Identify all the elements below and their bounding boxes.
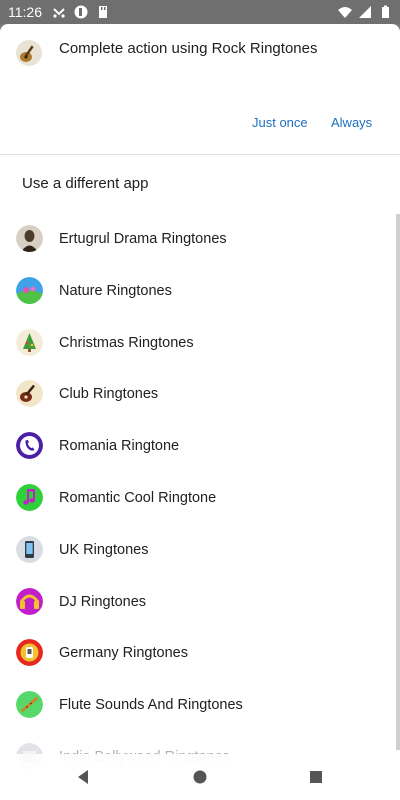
status-bar: 11:26 — [0, 0, 400, 24]
list-item-label: Germany Ringtones — [59, 645, 188, 662]
scrollbar[interactable] — [396, 214, 400, 750]
list-item[interactable]: Club Ringtones — [0, 369, 400, 421]
home-icon[interactable] — [191, 768, 209, 786]
list-item[interactable]: Flute Sounds And Ringtones — [0, 680, 400, 732]
nature-icon — [16, 276, 43, 304]
list-item-label: UK Ringtones — [59, 541, 149, 558]
wifi-icon — [338, 7, 352, 18]
system-icons — [338, 5, 392, 19]
list-item[interactable]: DJ Ringtones — [0, 577, 400, 629]
list-item[interactable]: Christmas Ringtones — [0, 318, 400, 370]
list-item-label: Christmas Ringtones — [59, 334, 194, 351]
battery-icon — [382, 5, 389, 18]
guitar-icon — [16, 380, 43, 408]
dj-icon — [16, 587, 43, 615]
always-button[interactable]: Always — [331, 115, 372, 130]
divider — [0, 154, 400, 155]
germany-icon — [16, 639, 43, 667]
ertugrul-icon — [16, 225, 43, 252]
notification-icons — [52, 5, 110, 19]
recent-apps-icon[interactable] — [307, 768, 325, 786]
navigation-bar — [0, 754, 400, 800]
chooser-header: Complete action using Rock Ringtones Jus… — [0, 24, 400, 154]
just-once-button[interactable]: Just once — [252, 115, 308, 130]
list-item-label: Flute Sounds And Ringtones — [59, 697, 243, 714]
list-item-label: Romantic Cool Ringtone — [59, 489, 217, 506]
back-icon[interactable] — [74, 768, 92, 786]
music-note-icon — [16, 483, 43, 511]
list-item[interactable]: UK Ringtones — [0, 525, 400, 577]
mobile-phone-icon — [16, 535, 43, 563]
list-item[interactable]: Romania Ringtone — [0, 421, 400, 473]
chooser-sheet: Complete action using Rock Ringtones Jus… — [0, 24, 400, 800]
christmas-icon — [16, 328, 43, 356]
app-list[interactable]: Ertugrul Drama Ringtones Nature Ringtone… — [0, 214, 400, 784]
chooser-title: Complete action using Rock Ringtones — [59, 40, 318, 57]
list-item[interactable]: Ertugrul Drama Ringtones — [0, 214, 400, 266]
phone-icon — [16, 432, 43, 460]
list-item[interactable]: Romantic Cool Ringtone — [0, 473, 400, 525]
list-item[interactable]: Nature Ringtones — [0, 266, 400, 318]
list-item[interactable]: Germany Ringtones — [0, 628, 400, 680]
missed-call-icon — [53, 8, 65, 18]
app-notification-icon — [74, 5, 88, 19]
list-item-label: Romania Ringtone — [59, 438, 180, 455]
sd-card-icon — [99, 6, 107, 18]
list-item-label: DJ Ringtones — [59, 593, 147, 610]
section-label: Use a different app — [22, 175, 149, 192]
list-item-label: Nature Ringtones — [59, 282, 172, 299]
list-item-label: Club Ringtones — [59, 386, 159, 403]
flute-icon — [16, 691, 43, 719]
list-item-label: Ertugrul Drama Ringtones — [59, 231, 227, 247]
status-time: 11:26 — [8, 4, 42, 20]
rock-ringtones-app-icon — [16, 40, 42, 66]
signal-icon — [359, 6, 371, 18]
